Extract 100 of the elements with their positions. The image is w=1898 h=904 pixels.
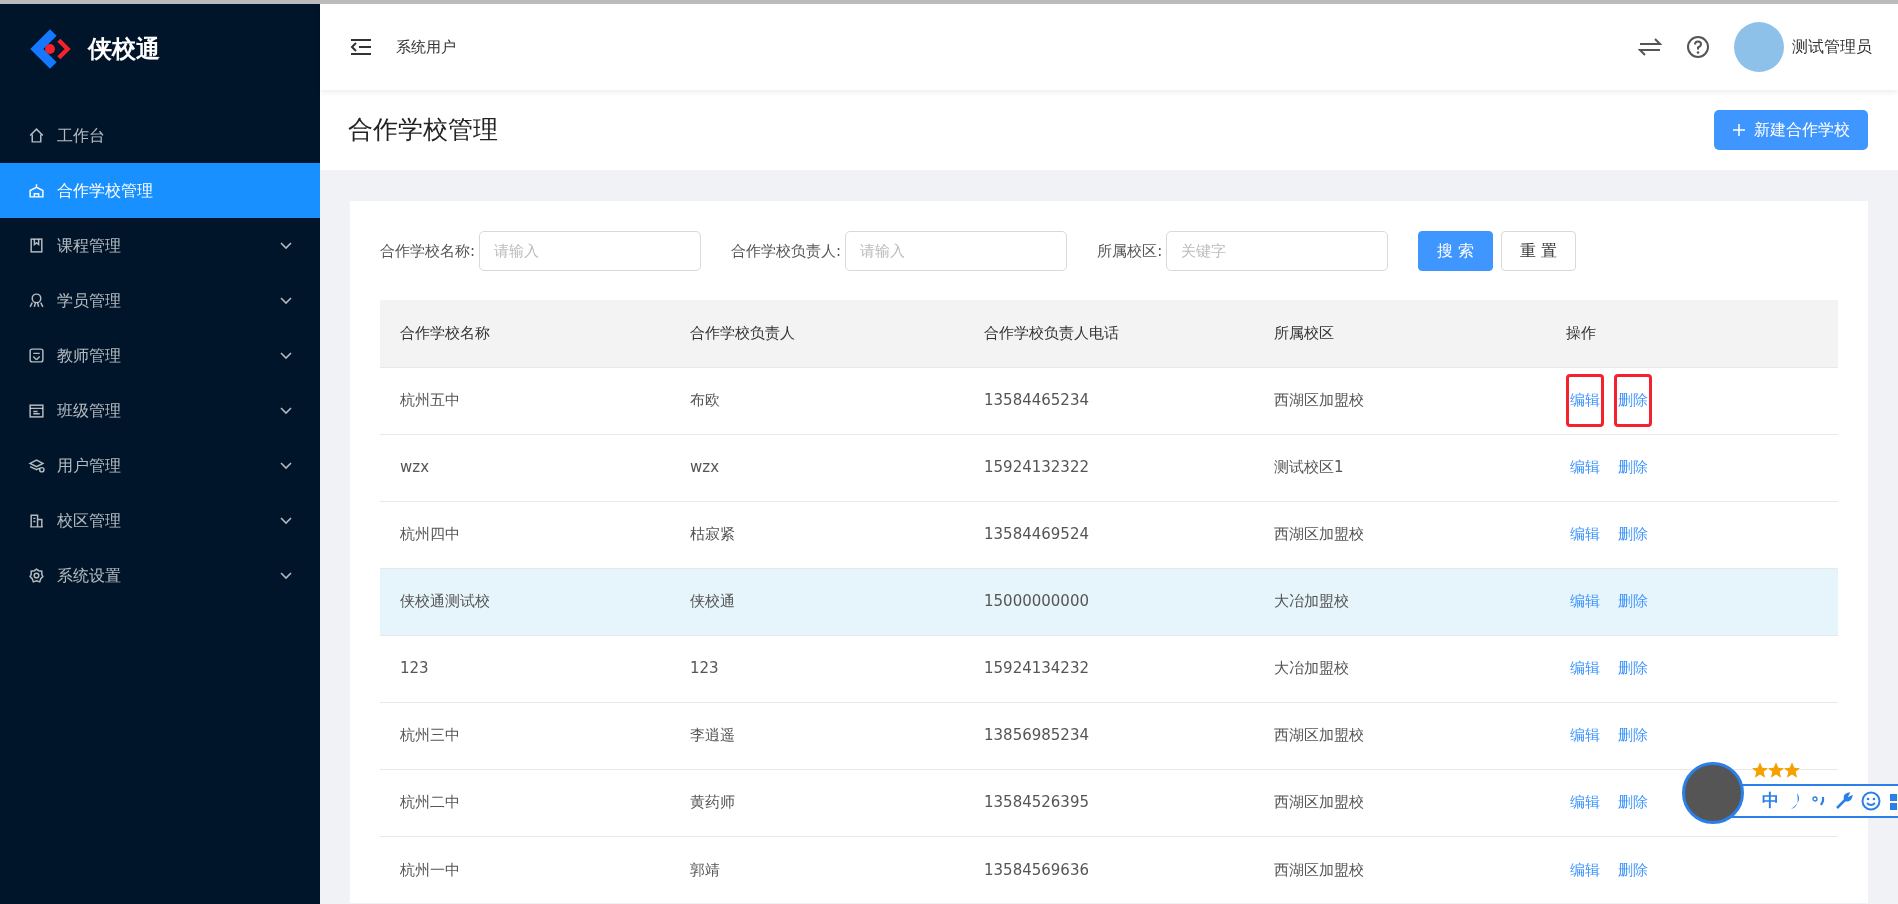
filter-label: 合作学校负责人: [731, 240, 842, 262]
table-cell: 西湖区加盟校 [1274, 391, 1364, 410]
sidebar-item[interactable]: 用户管理 [0, 438, 320, 493]
edit-link[interactable]: 编辑 [1566, 518, 1604, 551]
table-cell: 测试校区1 [1274, 458, 1344, 477]
reset-button[interactable]: 重 置 [1501, 231, 1577, 271]
house-icon [28, 127, 45, 144]
edit-link[interactable]: 编辑 [1566, 652, 1604, 685]
search-field[interactable]: 请输入 [845, 231, 1068, 271]
breadcrumb-text: 系统用户 [396, 36, 456, 58]
app-name: 侠校通 [88, 34, 160, 65]
delete-link[interactable]: 删除 [1614, 518, 1652, 551]
table-cell: 布欧 [690, 391, 720, 410]
table-cell: 13584469524 [984, 525, 1089, 544]
filter-label: 所属校区: [1097, 240, 1163, 262]
people-icon [28, 292, 45, 309]
search-field[interactable]: 关键字 [1166, 231, 1389, 271]
table-cell: 13856985234 [984, 726, 1089, 745]
sidebar-item[interactable]: 教师管理 [0, 328, 320, 383]
delete-link[interactable]: 删除 [1614, 786, 1652, 819]
table-cell: 15924132322 [984, 458, 1089, 477]
edit-link[interactable]: 编辑 [1566, 719, 1604, 752]
table-cell: 侠校通 [690, 592, 735, 611]
edit-link[interactable]: 编辑 [1566, 585, 1604, 618]
table-cell: 15000000000 [984, 592, 1089, 611]
star-icon [1752, 762, 1768, 778]
school-building-icon [28, 182, 45, 199]
star-icon [1768, 762, 1784, 778]
logo-icon [28, 27, 72, 71]
table-cell: 西湖区加盟校 [1274, 525, 1364, 544]
search-button[interactable]: 搜 索 [1418, 231, 1494, 271]
table-cell: 郭靖 [690, 860, 720, 879]
table-cell: 黄药师 [690, 793, 735, 812]
edit-link[interactable]: 编辑 [1566, 451, 1604, 484]
ime-language-toggle[interactable]: 中 [1762, 788, 1779, 814]
table-cell: 13584526395 [984, 793, 1089, 812]
delete-link[interactable]: 删除 [1614, 853, 1652, 886]
table-cell: wzx [400, 458, 430, 477]
chevron-down-icon [280, 516, 292, 525]
sidebar-item[interactable]: 系统设置 [0, 548, 320, 603]
table-cell: 13584569636 [984, 860, 1089, 879]
help-icon[interactable] [1686, 35, 1710, 59]
user-name[interactable]: 测试管理员 [1792, 35, 1872, 59]
chevron-down-icon [280, 296, 292, 305]
board-icon [28, 402, 45, 419]
delete-link[interactable]: 删除 [1614, 451, 1652, 484]
table-cell: 13584465234 [984, 391, 1089, 410]
table-cell: 西湖区加盟校 [1274, 860, 1364, 879]
table-cell: 15924134232 [984, 659, 1089, 678]
edit-link[interactable]: 编辑 [1566, 786, 1604, 819]
building-icon [28, 512, 45, 529]
wrench-icon[interactable] [1835, 792, 1853, 810]
table-cell: 123 [690, 659, 719, 678]
column-header: 操作 [1546, 300, 1838, 367]
menu-fold-icon[interactable] [350, 38, 372, 56]
chevron-down-icon [280, 351, 292, 360]
sidebar-item[interactable]: 学员管理 [0, 273, 320, 328]
chevron-down-icon [280, 571, 292, 580]
chat-card-icon [28, 347, 45, 364]
column-header: 合作学校负责人电话 [964, 300, 1254, 367]
table-cell: 西湖区加盟校 [1274, 726, 1364, 745]
edit-link[interactable]: 编辑 [1566, 374, 1604, 427]
punctuation-icon[interactable] [1811, 794, 1827, 808]
swap-icon[interactable] [1638, 37, 1662, 57]
filter-label: 合作学校名称: [380, 240, 476, 262]
table-cell: 枯寂紧 [690, 525, 735, 544]
table-cell: 西湖区加盟校 [1274, 793, 1364, 812]
table-cell: 杭州三中 [400, 726, 460, 745]
table-cell: 大冶加盟校 [1274, 659, 1349, 678]
new-school-button[interactable]: 新建合作学校 [1714, 110, 1868, 150]
sidebar-item[interactable]: 校区管理 [0, 493, 320, 548]
layers-icon [28, 457, 45, 474]
chevron-down-icon [280, 241, 292, 250]
book-icon [28, 237, 45, 254]
plus-icon [1732, 123, 1746, 137]
table-cell: wzx [690, 458, 720, 477]
chevron-down-icon [280, 406, 292, 415]
smiley-icon[interactable] [1861, 791, 1881, 811]
table-cell: 大冶加盟校 [1274, 592, 1349, 611]
delete-link[interactable]: 删除 [1614, 585, 1652, 618]
table-cell: 杭州五中 [400, 391, 460, 410]
delete-link[interactable]: 删除 [1614, 374, 1652, 427]
star-icon [1784, 762, 1800, 778]
sidebar-item[interactable]: 合作学校管理 [0, 163, 320, 218]
table-cell: 杭州二中 [400, 793, 460, 812]
column-header: 合作学校名称 [380, 300, 670, 367]
sidebar-item[interactable]: 工作台 [0, 108, 320, 163]
sidebar-item[interactable]: 班级管理 [0, 383, 320, 438]
column-header: 合作学校负责人 [670, 300, 964, 367]
delete-link[interactable]: 删除 [1614, 652, 1652, 685]
sidebar-item[interactable]: 课程管理 [0, 218, 320, 273]
table-cell: 李逍遥 [690, 726, 735, 745]
table-cell: 侠校通测试校 [400, 592, 490, 611]
page-title: 合作学校管理 [348, 115, 498, 145]
table-cell: 123 [400, 659, 429, 678]
edit-link[interactable]: 编辑 [1566, 853, 1604, 886]
column-header: 所属校区 [1254, 300, 1546, 367]
delete-link[interactable]: 删除 [1614, 719, 1652, 752]
search-field[interactable]: 请输入 [479, 231, 702, 271]
table-cell: 杭州一中 [400, 860, 460, 879]
